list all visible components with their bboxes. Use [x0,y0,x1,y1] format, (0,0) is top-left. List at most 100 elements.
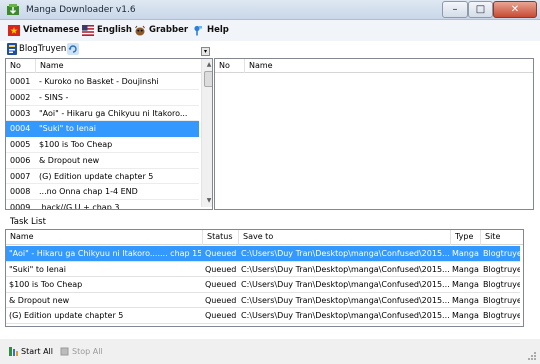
column-header-no[interactable]: No [6,59,36,73]
manga-row-no: 0008 [10,187,31,197]
app-icon [7,4,19,15]
task-row-status: Queued [205,264,237,274]
manga-row-name: - SINS - [39,92,69,102]
manga-list-scrollbar[interactable]: ▲ ▼ [201,59,212,207]
task-row-type: Manga [452,295,479,305]
column-header-name[interactable]: Name [36,59,201,73]
task-row-type: Manga [452,311,479,320]
task-row[interactable]: (G) Edition update chapter 5 Queued C:\Use… [6,308,520,324]
tab-list-dropdown[interactable]: ▾ [201,47,210,56]
manga-row[interactable]: 0006 & Dropout new [6,153,199,169]
manga-row-name: .hack//G.U.+ chap 3 [39,203,120,210]
manga-row[interactable]: 0008 ...no Onna chap 1-4 END [6,184,199,200]
manga-row-no: 0001 [10,77,31,86]
menu-item-vietnamese[interactable]: Vietnamese [8,23,79,38]
blogtruyen-icon [7,43,17,55]
manga-row[interactable]: 0003 "Aoi" - Hikaru ga Chikyuu ni Itakoro… [6,106,199,122]
task-row[interactable]: $100 is Too Cheap Queued C:\Users\Duy Tran… [6,277,520,293]
menu-label-grabber: Grabber [149,25,189,35]
task-row-name: "Aoi" - Hikaru ga Chikyuu ni Itakoro....… [9,249,201,258]
manga-list-header: No Name [6,59,201,73]
menu-item-english[interactable]: English [82,23,132,38]
menu-label-help: Help [207,25,229,35]
manga-row[interactable]: 0009 .hack//G.U.+ chap 3 [6,200,199,210]
stop-icon [60,347,69,356]
task-row-status: Queued [205,311,237,320]
manga-row[interactable]: 0007 (G) Edition update chapter 5 [6,169,199,185]
manga-row-no: 0009 [10,203,31,210]
start-all-button[interactable]: Start All [8,345,54,358]
task-column-header-status[interactable]: Status [203,230,239,245]
manga-row-name: "Suki" to Ienai [39,124,96,134]
scroll-thumb[interactable] [204,71,212,87]
chapter-list-header: No Name [215,59,533,73]
task-row-save-to: C:\Users\Duy Tran\Desktop\manga\Confused… [241,280,449,289]
grabber-icon [135,25,145,36]
task-list-header: Name Status Save to Type Site [6,230,523,245]
source-tab-strip: BlogTruyen ▾ [0,41,212,58]
menu-label-english: English [97,25,132,35]
manga-row-no: 0003 [10,108,31,118]
minimize-button[interactable]: – [442,1,468,18]
task-row-name: & Dropout new [9,295,70,305]
task-list[interactable]: Name Status Save to Type Site "Aoi" - Hi… [5,229,524,327]
task-row-type: Manga [452,249,479,258]
chapter-column-header-no[interactable]: No [215,59,245,73]
manga-row-name: - Kuroko no Basket - Doujinshi [39,77,159,86]
resize-grip-icon[interactable] [527,351,537,361]
start-all-icon [9,347,18,356]
manga-row-name: "Aoi" - Hikaru ga Chikyuu ni Itakoro... [39,108,188,118]
task-column-header-save-to[interactable]: Save to [239,230,451,245]
manga-row-name: (G) Edition update chapter 5 [39,171,154,181]
task-column-header-site[interactable]: Site [481,230,523,245]
chapter-column-header-name[interactable]: Name [245,59,533,73]
task-row-status: Queued [205,249,237,258]
scroll-down-arrow-icon[interactable]: ▼ [202,195,212,207]
menu-item-grabber[interactable]: Grabber [134,23,188,38]
scroll-up-arrow-icon[interactable]: ▲ [202,59,212,71]
manga-row-no: 0006 [10,155,31,165]
menu-bar: Vietnamese English Grabber Help [0,20,540,41]
chapter-list[interactable]: No Name [214,58,534,210]
manga-row-no: 0002 [10,92,31,102]
help-icon [194,25,202,36]
menu-item-help[interactable]: Help [192,23,234,38]
task-row-name: $100 is Too Cheap [9,280,83,289]
title-bar: Manga Downloader v1.6 – □ ✕ [0,0,540,20]
task-column-header-name[interactable]: Name [6,230,203,245]
task-row-site: Blogtruyen [483,264,520,274]
status-bar: Start All Stop All [0,339,540,364]
start-all-label: Start All [21,347,54,356]
manga-row-no: 0004 [10,124,31,134]
refresh-icon[interactable] [67,43,79,55]
manga-row-name: $100 is Too Cheap [39,140,113,149]
task-list-label: Task List [10,217,46,227]
manga-row[interactable]: 0005 $100 is Too Cheap [6,137,199,153]
task-row-site: Blogtruyen [483,295,520,305]
task-row-type: Manga [452,264,479,274]
close-button[interactable]: ✕ [493,1,537,18]
manga-row[interactable]: 0002 - SINS - [6,90,199,106]
task-column-header-type[interactable]: Type [451,230,481,245]
manga-list[interactable]: No Name 0001 - Kuroko no Basket - Doujins… [5,58,213,210]
menu-label-vietnamese: Vietnamese [23,25,80,35]
manga-row[interactable]: 0001 - Kuroko no Basket - Doujinshi [6,74,199,90]
stop-all-button[interactable]: Stop All [59,345,103,358]
manga-row-no: 0007 [10,171,31,181]
manga-row-no: 0005 [10,140,31,149]
vietnam-flag-icon [8,25,20,36]
task-row-status: Queued [205,280,237,289]
task-row[interactable]: "Suki" to Ienai Queued C:\Users\Duy Tran\D… [6,262,520,277]
task-row-save-to: C:\Users\Duy Tran\Desktop\manga\Confused… [241,295,449,305]
task-row-site: Blogtruyen [483,280,520,289]
maximize-button[interactable]: □ [468,1,493,18]
task-row-type: Manga [452,280,479,289]
source-tab-label: BlogTruyen [19,44,67,54]
manga-row[interactable]: 0004 "Suki" to Ienai [6,121,199,137]
task-row-site: Blogtruyen [483,249,520,258]
window-title: Manga Downloader v1.6 [26,5,136,15]
manga-row-name: & Dropout new [39,155,100,165]
task-row[interactable]: "Aoi" - Hikaru ga Chikyuu ni Itakoro....… [6,246,520,262]
task-row[interactable]: & Dropout new Queued C:\Users\Duy Tran\Des… [6,293,520,308]
us-flag-icon [82,25,94,36]
